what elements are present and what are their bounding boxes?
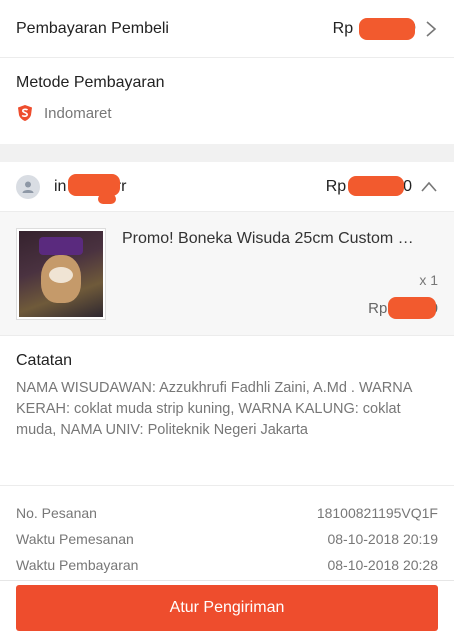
order-number-value: 18100821195VQ1F	[316, 505, 438, 521]
seller-name: inrrr	[54, 173, 326, 204]
order-detail-row: No. Pesanan 18100821195VQ1F	[16, 500, 438, 526]
notes-body: NAMA WISUDAWAN: Azzukhrufi Fadhli Zaini,…	[16, 380, 412, 438]
notes-section: Catatan NAMA WISUDAWAN: Azzukhrufi Fadhl…	[0, 336, 454, 486]
notes-title: Catatan	[16, 352, 73, 369]
chevron-up-icon[interactable]	[420, 180, 438, 194]
bottom-action-bar: Atur Pengiriman	[0, 580, 454, 640]
product-price: Rp00	[368, 297, 438, 319]
payment-method-section: Metode Pembayaran Indomaret	[0, 58, 454, 144]
payment-time-value: 08-10-2018 20:28	[327, 557, 438, 573]
payment-summary-amount: Rp9	[333, 17, 416, 40]
redaction-mark	[358, 17, 415, 40]
payment-method-name: Indomaret	[44, 104, 112, 122]
redaction-mark	[98, 193, 116, 204]
redaction-mark	[347, 175, 404, 196]
user-icon	[22, 181, 34, 193]
payment-method-title: Metode Pembayaran	[16, 74, 165, 91]
product-quantity: x 1	[419, 272, 438, 288]
order-number-label: No. Pesanan	[16, 505, 97, 521]
order-detail-row: Waktu Pembayaran 08-10-2018 20:28	[16, 552, 438, 578]
product-item[interactable]: Promo! Boneka Wisuda 25cm Custom … x 1 R…	[0, 212, 454, 336]
redaction-mark	[388, 297, 437, 319]
redaction-mark	[68, 173, 120, 196]
product-name: Promo! Boneka Wisuda 25cm Custom …	[122, 230, 414, 247]
arrange-shipping-button[interactable]: Atur Pengiriman	[16, 585, 438, 631]
chevron-right-icon	[426, 20, 437, 37]
order-time-label: Waktu Pemesanan	[16, 531, 134, 547]
payment-summary-row[interactable]: Pembayaran Pembeli Rp9	[0, 0, 454, 58]
order-details: No. Pesanan 18100821195VQ1F Waktu Pemesa…	[0, 486, 454, 586]
order-detail-row: Waktu Pemesanan 08-10-2018 20:19	[16, 526, 438, 552]
payment-summary-label: Pembayaran Pembeli	[16, 19, 169, 37]
seller-order-amount: Rp00	[326, 175, 412, 196]
product-thumbnail	[16, 228, 106, 320]
indomaret-logo-icon	[18, 105, 32, 121]
payment-time-label: Waktu Pembayaran	[16, 557, 139, 573]
avatar	[16, 174, 40, 199]
seller-row[interactable]: inrrr Rp00	[0, 162, 454, 212]
order-time-value: 08-10-2018 20:19	[327, 531, 438, 547]
